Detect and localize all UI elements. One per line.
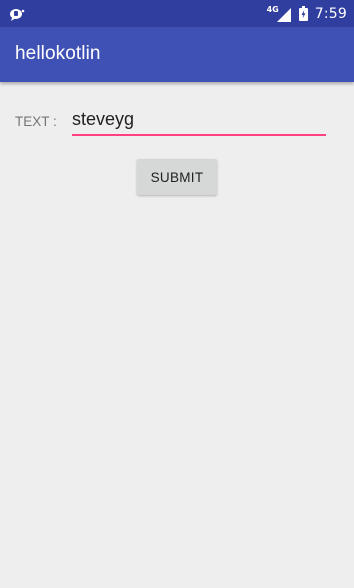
status-clock: 7:59 [314,5,347,22]
submit-button[interactable]: SUBMIT [137,159,217,195]
text-field-label: TEXT : [15,114,57,129]
battery-charging-icon [298,6,308,21]
status-icons: 4G 7:59 [267,0,347,27]
network-type-label: 4G [266,5,279,14]
text-input[interactable] [72,106,326,136]
app-title: hellokotlin [15,43,101,64]
cell-signal-icon [276,7,291,22]
status-bar: 4G 7:59 [0,0,354,27]
notification-bubble-icon [9,7,25,21]
app-bar: hellokotlin [0,27,354,82]
